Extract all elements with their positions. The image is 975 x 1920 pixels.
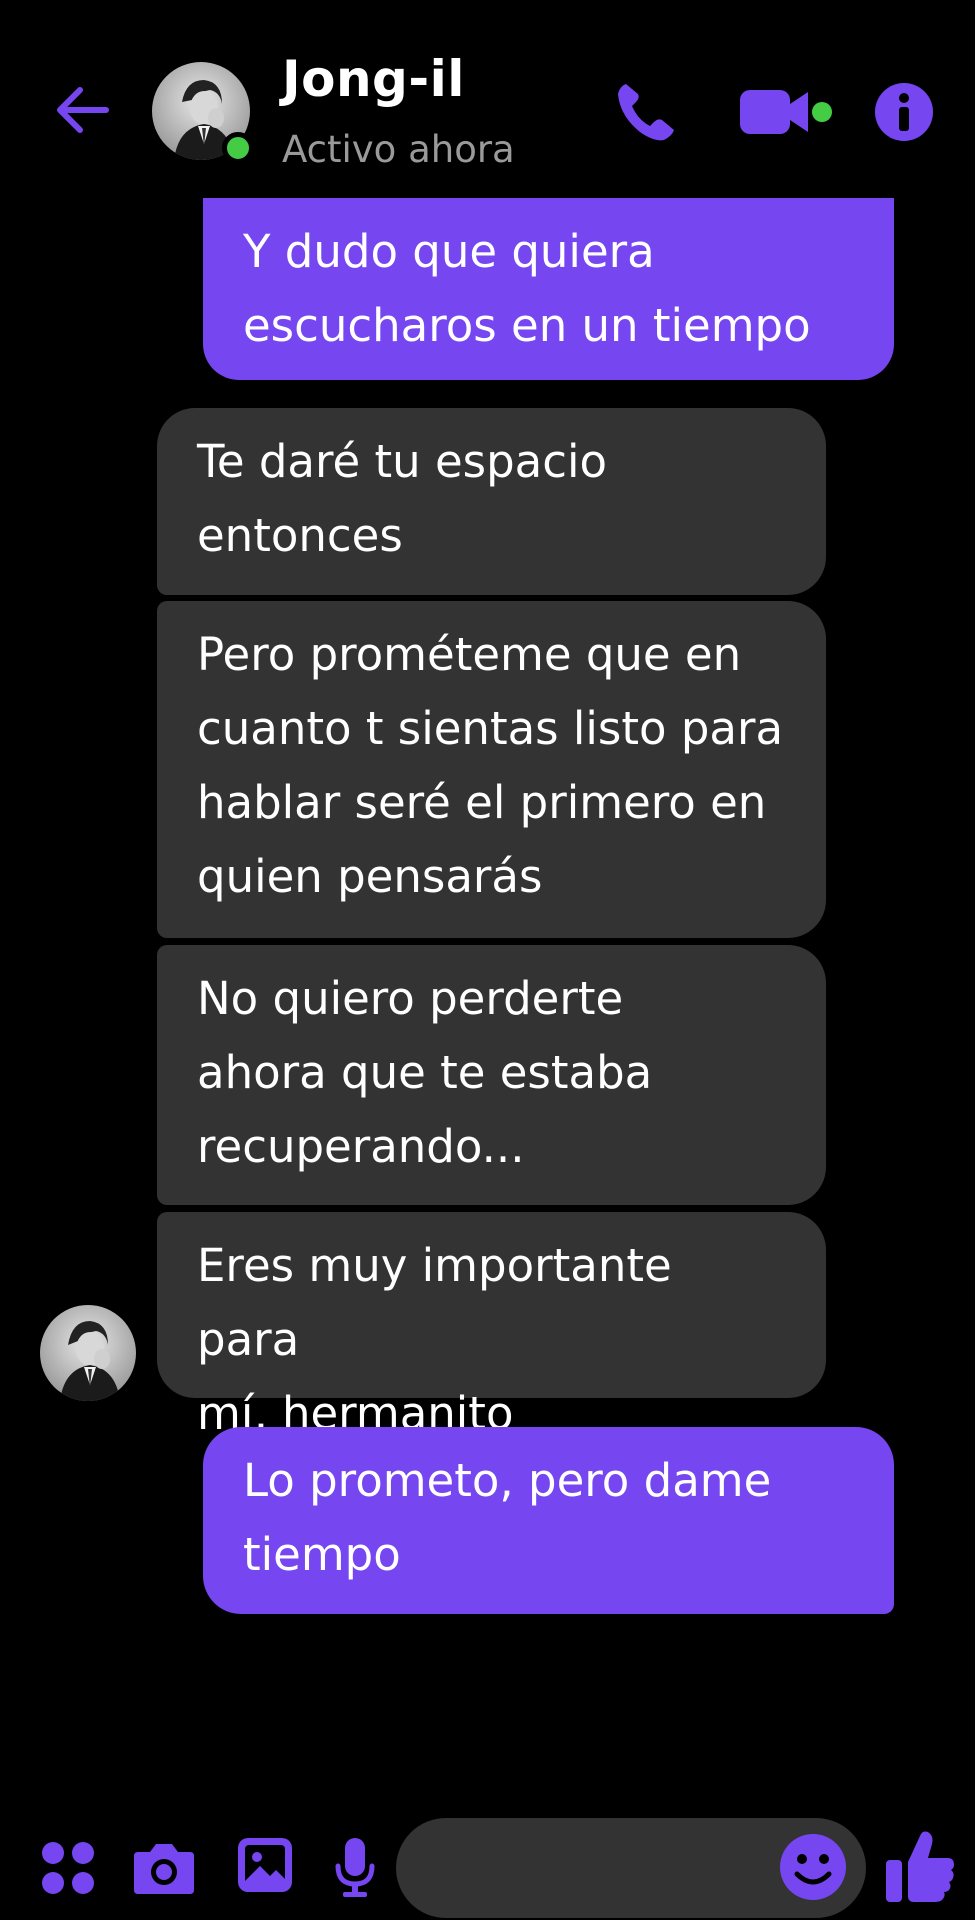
info-icon[interactable]: [874, 82, 934, 142]
incoming-message[interactable]: Te daré tu espacio entonces: [157, 408, 826, 595]
outgoing-message[interactable]: Lo prometo, pero dame tiempo: [203, 1427, 894, 1614]
camera-icon[interactable]: [132, 1838, 196, 1896]
sender-avatar[interactable]: [40, 1305, 136, 1401]
phone-icon[interactable]: [612, 78, 678, 144]
contact-name[interactable]: Jong-il: [282, 50, 465, 108]
microphone-icon[interactable]: [334, 1836, 376, 1900]
contact-avatar[interactable]: [152, 62, 254, 164]
thumbs-up-icon[interactable]: [884, 1828, 956, 1904]
contact-status: Activo ahora: [282, 128, 515, 171]
video-camera-icon[interactable]: [738, 86, 834, 138]
message-composer: [0, 1800, 975, 1920]
image-icon[interactable]: [236, 1836, 294, 1894]
online-indicator: [222, 132, 254, 164]
incoming-message[interactable]: Eres muy importante para mí, hermanito: [157, 1212, 826, 1440]
outgoing-message[interactable]: Y dudo que quiera escucharos en un tiemp…: [203, 198, 894, 380]
back-arrow-icon[interactable]: [52, 80, 112, 140]
incoming-message[interactable]: No quiero perderte ahora que te estaba r…: [157, 945, 826, 1205]
chat-header: Jong-il Activo ahora: [0, 0, 975, 198]
apps-icon[interactable]: [40, 1840, 96, 1896]
incoming-message[interactable]: Pero prométeme que en cuanto t sientas l…: [157, 601, 826, 938]
emoji-icon[interactable]: [778, 1832, 848, 1902]
